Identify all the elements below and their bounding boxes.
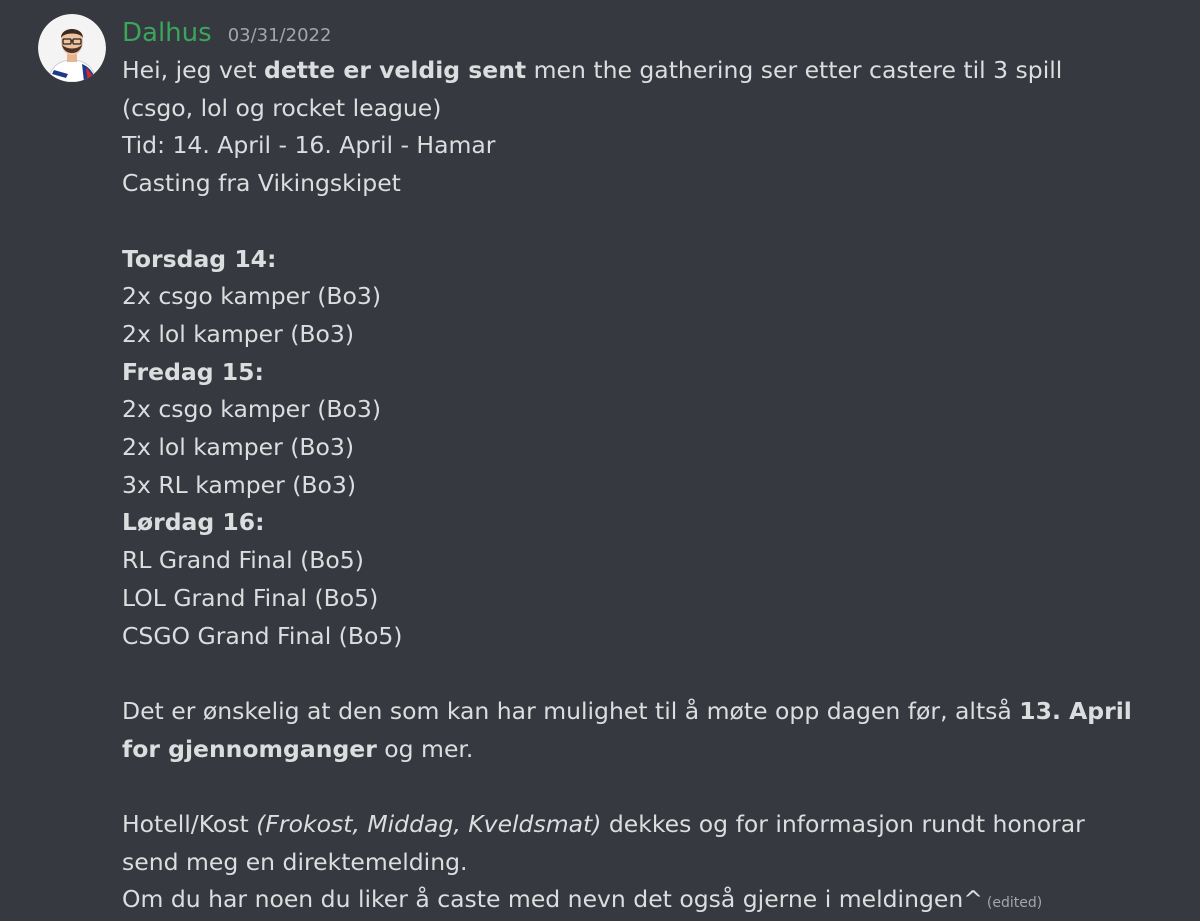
schedule-item: 2x csgo kamper (Bo3) (122, 395, 382, 424)
schedule-item: LOL Grand Final (Bo5) (122, 583, 379, 612)
hotel-italic-text: (Frokost, Middag, Kveldsmat) (256, 810, 602, 839)
message-content: Hei, jeg vet dette er veldig sent men th… (122, 52, 1132, 921)
schedule-item: 2x csgo kamper (Bo3) (122, 282, 382, 311)
message-timestamp: 03/31/2022 (227, 25, 332, 46)
intro-bold-text: dette er veldig sent (264, 56, 527, 84)
author-username[interactable]: Dalhus (122, 14, 212, 52)
intro-text-1: Hei, jeg vet (122, 56, 265, 84)
closing-text: Om du har noen du liker å caste med nevn… (122, 885, 983, 914)
hotel-paragraph: Hotell/Kost (Frokost, Middag, Kveldsmat)… (122, 806, 1132, 881)
prep-paragraph: Det er ønskelig at den som kan har mulig… (122, 693, 1132, 768)
chat-message: Dalhus 03/31/2022 Hei, jeg vet dette er … (0, 0, 1200, 921)
user-avatar-icon[interactable] (38, 14, 106, 82)
thursday-heading: Torsdag 14: (122, 244, 277, 273)
location-line: Casting fra Vikingskipet (122, 169, 401, 198)
schedule-item: CSGO Grand Final (Bo5) (122, 621, 403, 650)
edited-label[interactable]: (edited) (987, 895, 1042, 911)
closing-line: Om du har noen du liker å caste med nevn… (122, 881, 1132, 921)
schedule-item: 3x RL kamper (Bo3) (122, 470, 357, 499)
friday-heading: Fredag 15: (122, 357, 264, 386)
schedule-item: 2x lol kamper (Bo3) (122, 433, 355, 462)
hotel-text-1: Hotell/Kost (122, 810, 257, 839)
schedule-item: 2x lol kamper (Bo3) (122, 319, 355, 348)
intro-line: Hei, jeg vet dette er veldig sent men th… (122, 52, 1132, 127)
avatar-illustration (38, 14, 106, 82)
message-header: Dalhus 03/31/2022 (122, 14, 331, 52)
schedule-item: RL Grand Final (Bo5) (122, 546, 364, 575)
time-line: Tid: 14. April - 16. April - Hamar (122, 131, 496, 160)
prep-text-2: og mer. (376, 734, 474, 763)
saturday-heading: Lørdag 16: (122, 508, 265, 537)
prep-text-1: Det er ønskelig at den som kan har mulig… (122, 696, 1020, 725)
